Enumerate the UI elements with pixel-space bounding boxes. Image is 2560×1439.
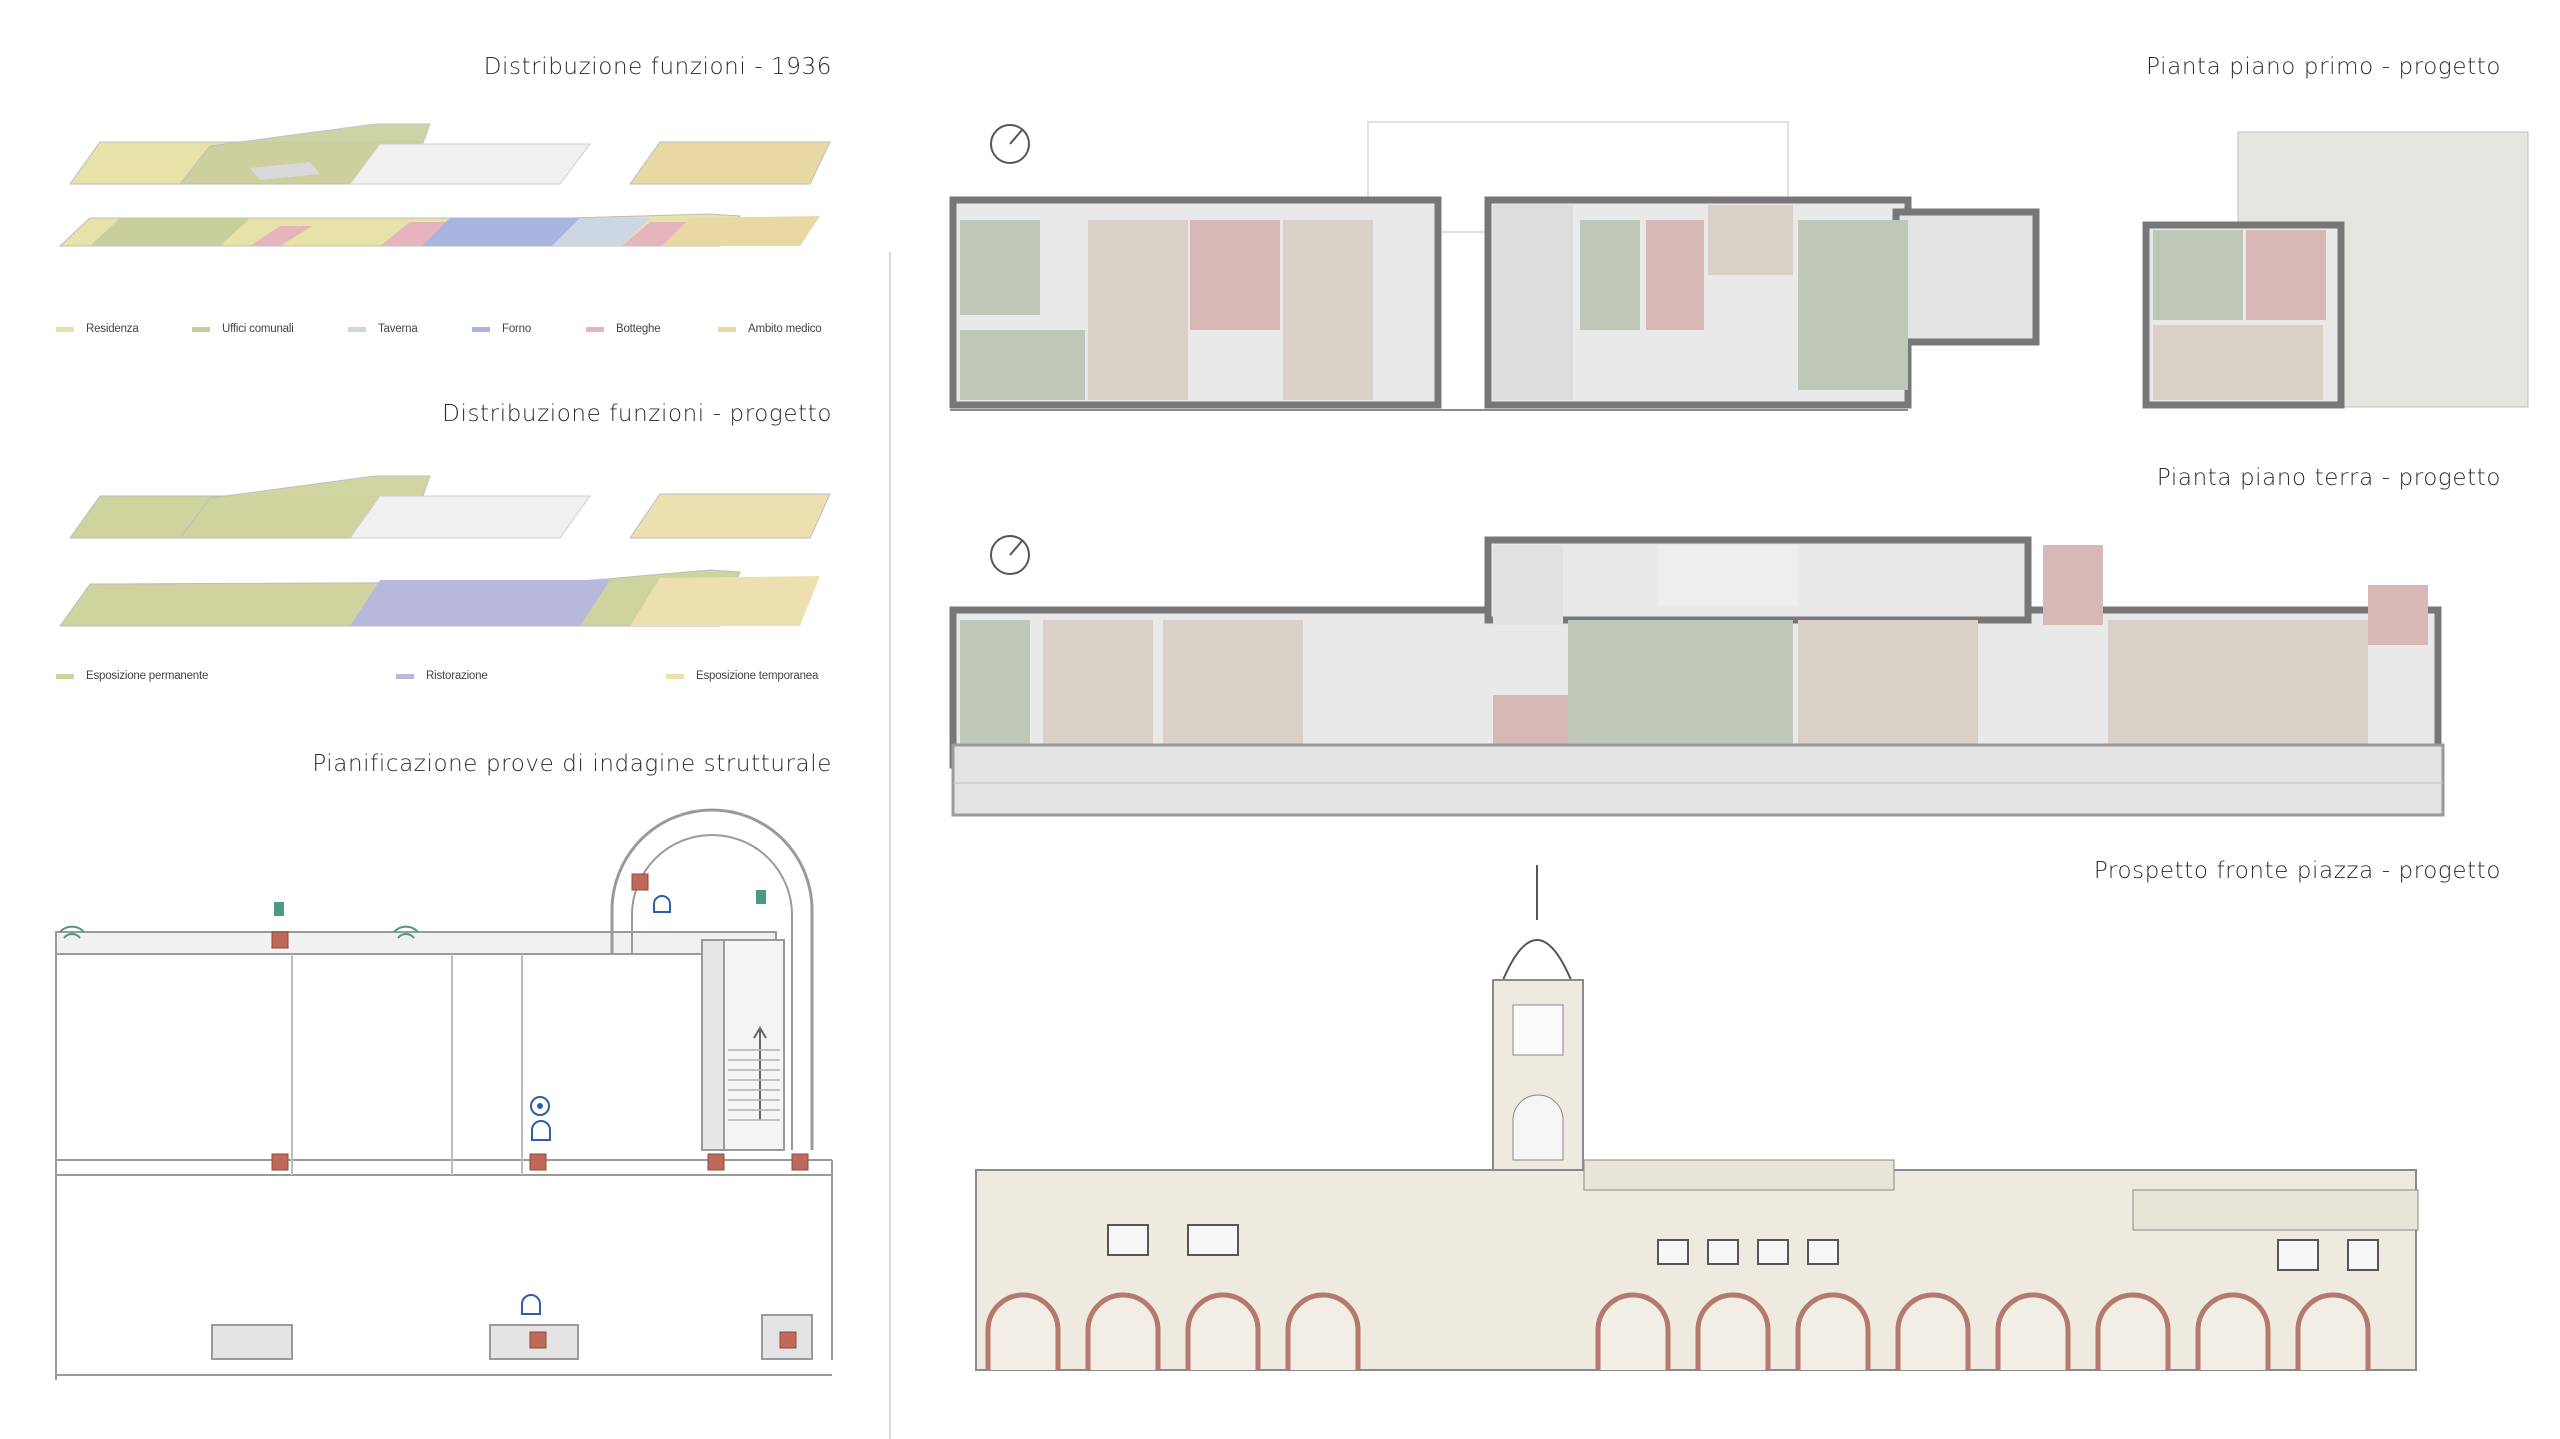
- legend-item-esposizione-temporanea: Esposizione temporanea: [666, 670, 818, 682]
- legend-item-taverna: Taverna: [348, 323, 418, 335]
- axo-1936-upper-floor: [69, 123, 831, 185]
- legend-item-ambito-medico: Ambito medico: [718, 323, 822, 335]
- axonometric-1936: [58, 123, 831, 247]
- legend-item-botteghe: Botteghe: [586, 323, 661, 335]
- axo-progetto-upper-floor: [69, 475, 831, 539]
- elevation-fronte-piazza: [975, 865, 2419, 1371]
- rooms-piano-terra: [960, 545, 2428, 760]
- axo-1936-ground-floor: [58, 213, 820, 247]
- title-piano-terra: Pianta piano terra - progetto: [2156, 465, 2501, 491]
- legend-item-uffici-comunali: Uffici comunali: [192, 323, 294, 335]
- structural-survey-plan: [55, 808, 833, 1380]
- legend-item-residenza: Residenza: [56, 323, 139, 335]
- plan-piano-terra: [949, 535, 2445, 817]
- title-distribuzione-progetto: Distribuzione funzioni - progetto: [442, 401, 832, 427]
- column-divider: [889, 252, 891, 1439]
- legend-item-ristorazione: Ristorazione: [396, 670, 488, 682]
- hammer-test-icon: [521, 895, 671, 1315]
- legend-item-esposizione-permanente: Esposizione permanente: [56, 670, 208, 682]
- axo-progetto-ground-floor: [59, 569, 820, 627]
- legend-item-forno: Forno: [472, 323, 531, 335]
- title-distribuzione-1936: Distribuzione funzioni - 1936: [483, 54, 832, 80]
- plan-piano-primo: [949, 121, 2529, 411]
- title-piano-primo: Pianta piano primo - progetto: [2146, 54, 2501, 80]
- axonometric-progetto: [59, 475, 831, 627]
- title-pianificazione: Pianificazione prove di indagine struttu…: [312, 751, 832, 777]
